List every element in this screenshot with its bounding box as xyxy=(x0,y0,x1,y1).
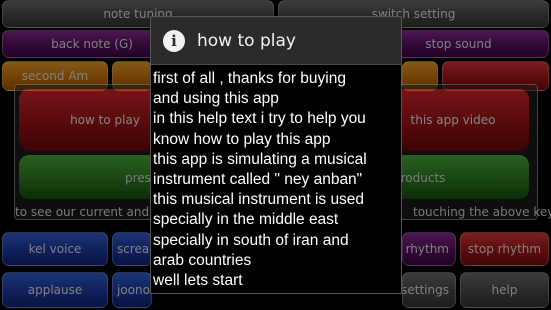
dialog-title: how to play xyxy=(197,30,296,51)
scream-button[interactable]: scream xyxy=(112,232,152,266)
right-hint-text: touching the above key xyxy=(413,205,551,219)
kel-voice-label: kel voice xyxy=(28,242,82,256)
dialog-header: i how to play xyxy=(151,17,401,65)
kel-voice-button[interactable]: kel voice xyxy=(2,232,108,266)
app-video-button[interactable]: this app video xyxy=(393,103,513,137)
settings-button[interactable]: settings xyxy=(402,272,456,308)
help-button[interactable]: help xyxy=(460,272,549,308)
how-to-play-label: how to play xyxy=(70,113,140,127)
second-am-label: second Am xyxy=(21,69,89,83)
scream-label: scream xyxy=(117,242,151,256)
dialog-line: first of all , thanks for buying xyxy=(153,70,346,87)
dialog-line: this musical instrument is used xyxy=(153,191,365,209)
joonom-button[interactable]: joonom xyxy=(112,272,152,308)
rhythm-label: rhythm xyxy=(405,242,449,256)
joonom-label: joonom xyxy=(117,283,151,297)
rhythm-button[interactable]: rhythm xyxy=(402,232,456,266)
dialog-line: know how to play this app xyxy=(153,130,331,148)
help-label: help xyxy=(491,283,518,297)
how-to-play-button[interactable]: how to play xyxy=(45,103,165,137)
dialog-line: specially in south of iran and xyxy=(153,231,349,249)
app-video-label: this app video xyxy=(410,113,496,127)
stop-rhythm-button[interactable]: stop rhythm xyxy=(460,232,549,266)
back-note-label: back note (G) xyxy=(51,37,133,51)
applause-label: applause xyxy=(27,283,83,297)
info-icon: i xyxy=(163,29,185,52)
dialog-line: arab countries xyxy=(153,251,252,269)
stop-rhythm-label: stop rhythm xyxy=(467,242,542,256)
dialog-line: and using this app xyxy=(153,90,279,108)
dialog-body: first of all , thanks for buying and usi… xyxy=(153,69,403,291)
applause-button[interactable]: applause xyxy=(2,272,108,308)
dialog-line: instrument called " ney anban" xyxy=(153,171,363,189)
dialog-line: specially in the middle east xyxy=(153,211,339,229)
dialog-line: well lets start xyxy=(153,272,243,290)
how-to-play-dialog: i how to play first of all , thanks for … xyxy=(150,16,402,294)
stop-sound-label: stop sound xyxy=(425,37,492,51)
settings-label: settings xyxy=(402,283,449,297)
dialog-line: this app is simulating a musical xyxy=(153,150,367,168)
dialog-line: in this help text i try to help you xyxy=(153,110,366,128)
